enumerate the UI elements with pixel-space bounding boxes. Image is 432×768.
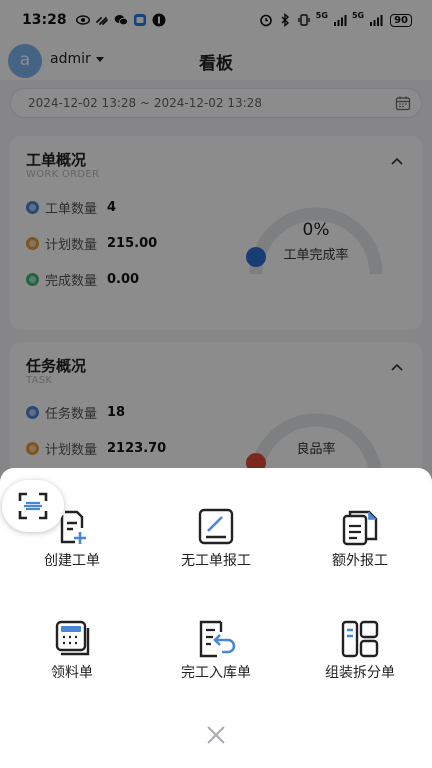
report-without-order-icon xyxy=(195,506,237,548)
completion-warehouse-icon xyxy=(195,618,237,660)
action-label: 完工入库单 xyxy=(181,665,251,681)
extra-report-icon xyxy=(339,506,381,548)
action-sheet: 创建工单 无工单报工 额外报工 领料单 完工入库单 组装拆分单 xyxy=(0,468,432,768)
action-report-without-order[interactable]: 无工单报工 xyxy=(146,506,286,570)
action-label: 创建工单 xyxy=(44,553,100,569)
action-label: 组装拆分单 xyxy=(325,665,395,681)
scan-button[interactable] xyxy=(2,480,64,532)
action-extra-report[interactable]: 额外报工 xyxy=(290,506,430,570)
action-material-requisition[interactable]: 领料单 xyxy=(2,618,142,682)
scan-icon xyxy=(18,492,48,520)
assembly-split-icon xyxy=(339,618,381,660)
action-label: 额外报工 xyxy=(332,553,388,569)
action-label: 无工单报工 xyxy=(181,553,251,569)
close-icon[interactable] xyxy=(203,722,229,748)
action-completion-warehouse[interactable]: 完工入库单 xyxy=(146,618,286,682)
material-requisition-icon xyxy=(51,618,93,660)
action-assembly-split[interactable]: 组装拆分单 xyxy=(290,618,430,682)
action-label: 领料单 xyxy=(51,665,93,681)
